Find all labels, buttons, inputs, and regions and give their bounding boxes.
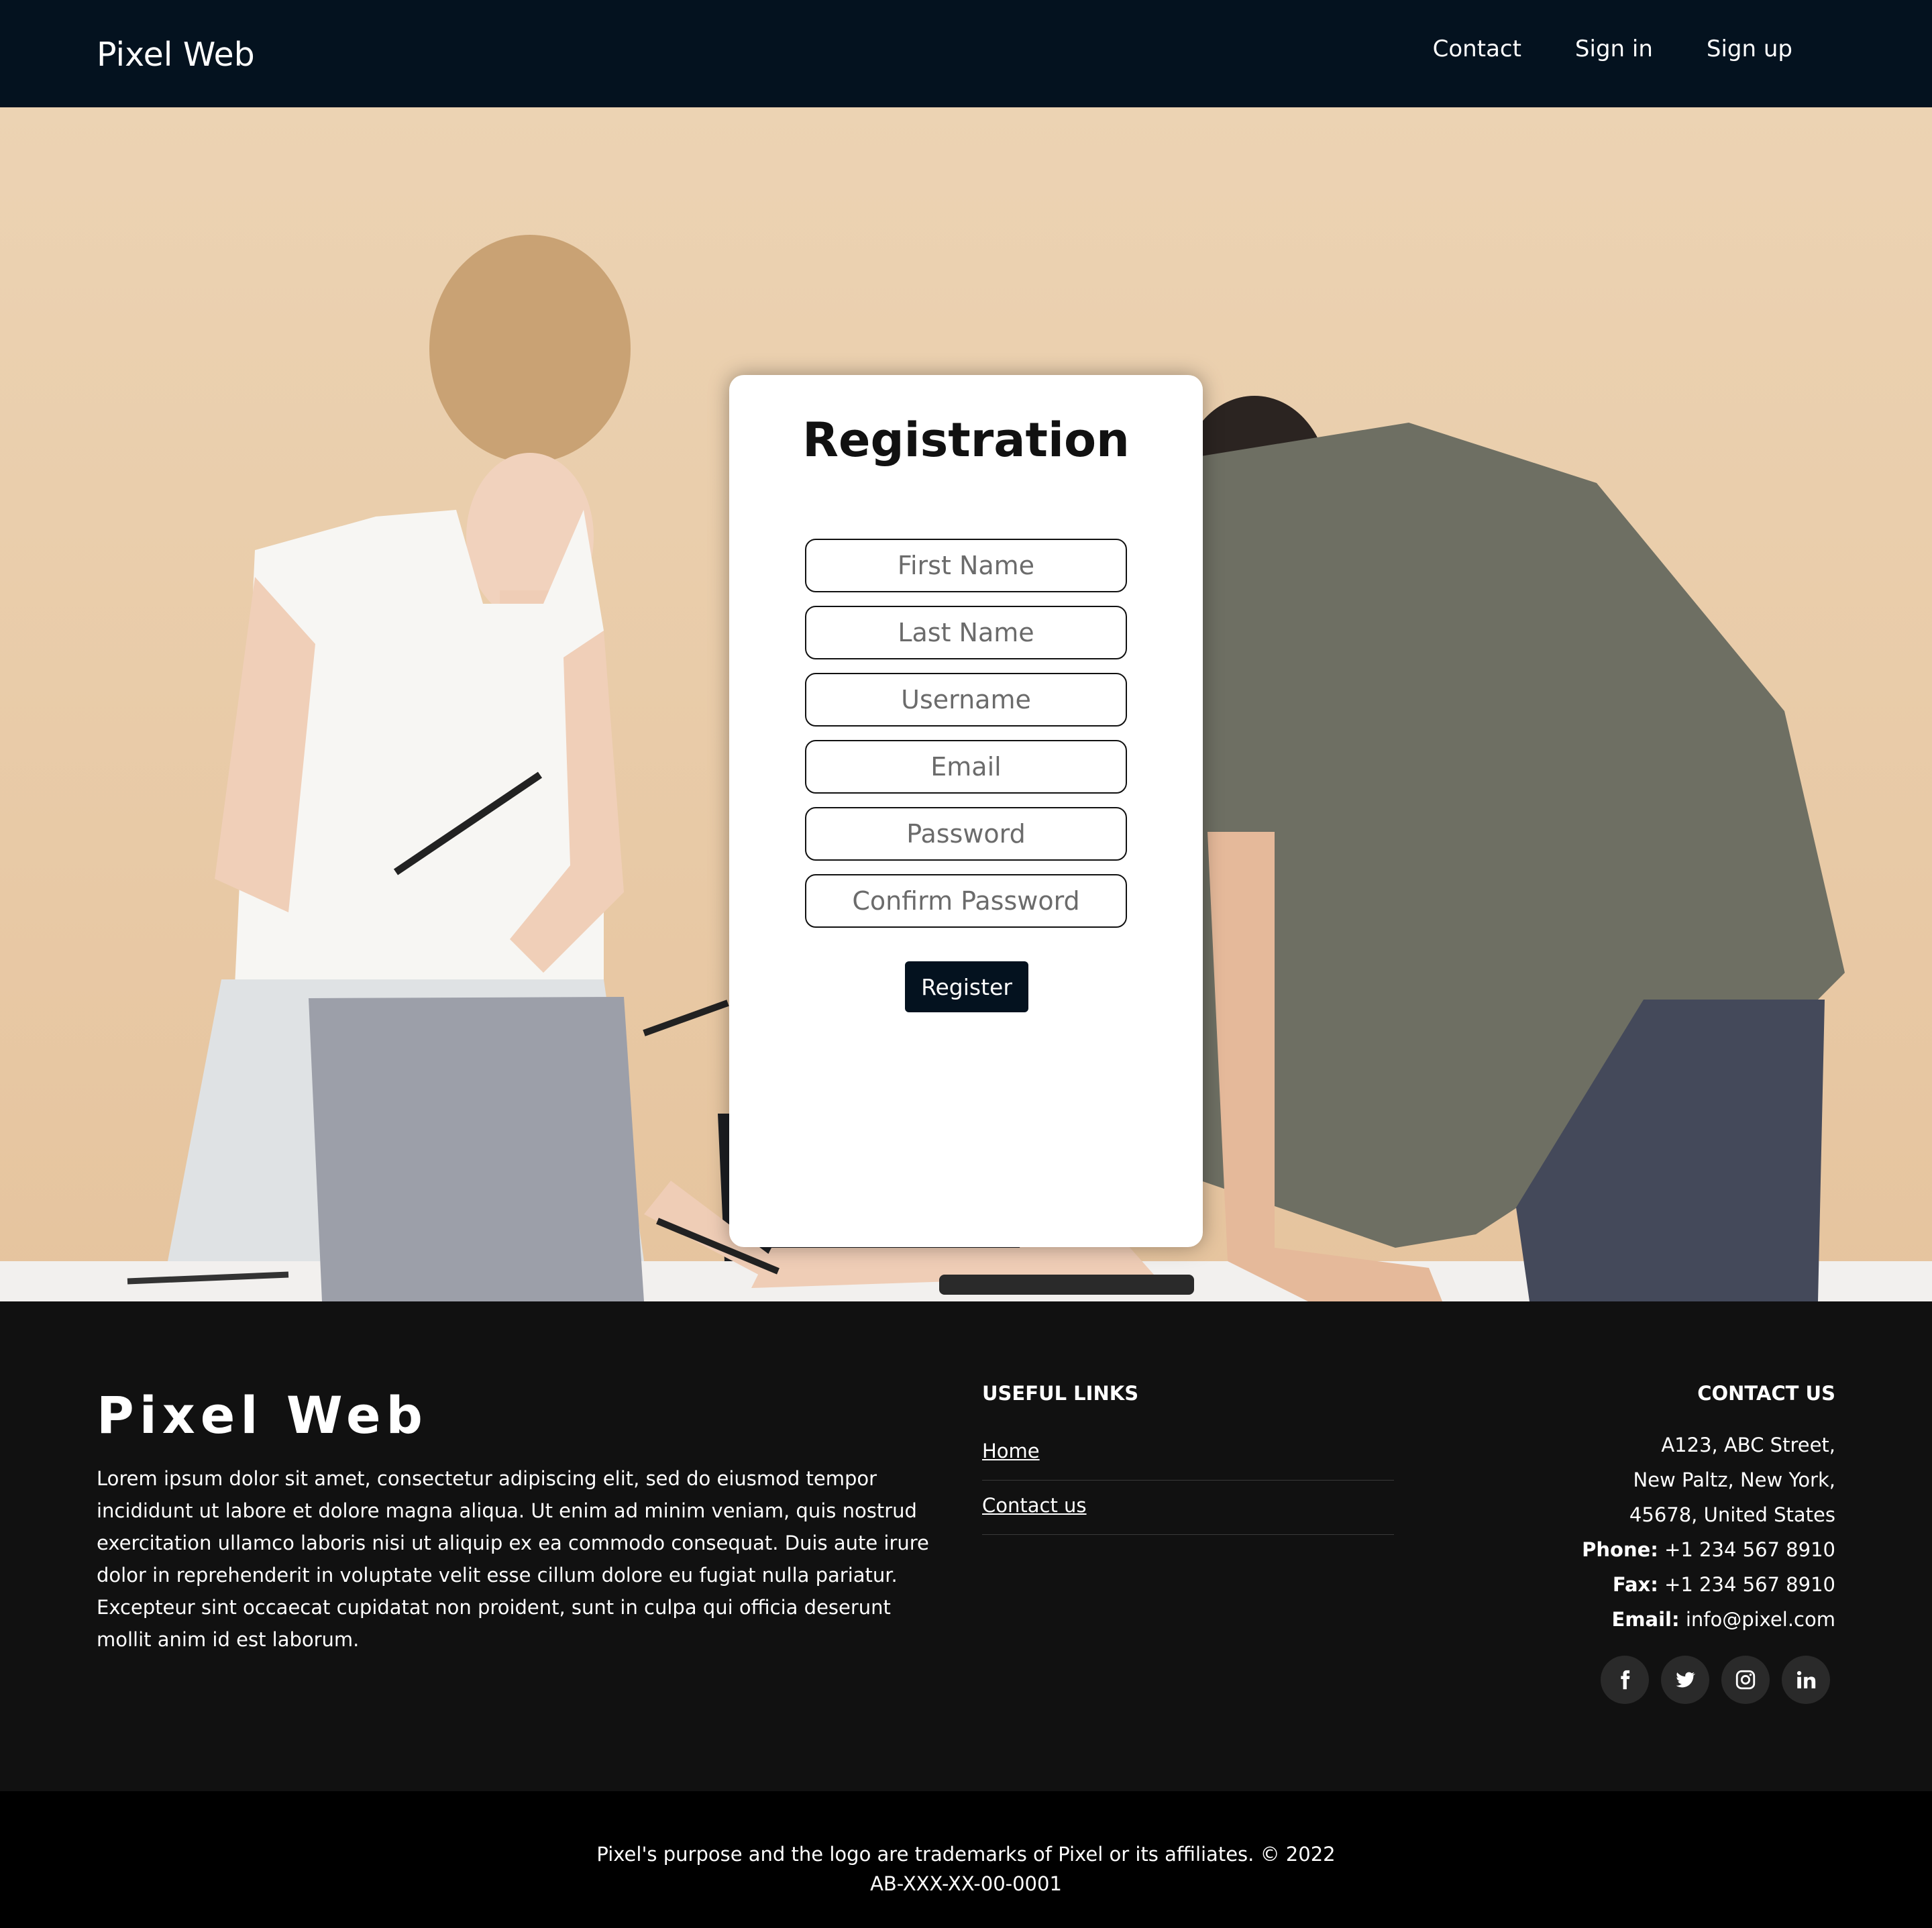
footer-description: Lorem ipsum dolor sit amet, consectetur … (97, 1467, 929, 1651)
linkedin-icon[interactable] (1782, 1656, 1830, 1704)
fax-line: Fax: +1 234 567 8910 (1366, 1567, 1835, 1602)
footer-brand: Pixel Web (97, 1385, 428, 1445)
instagram-icon[interactable] (1721, 1656, 1770, 1704)
registration-title: Registration (802, 413, 1130, 468)
facebook-icon[interactable] (1601, 1656, 1649, 1704)
useful-links-section: USEFUL LINKS Home Contact us (982, 1377, 1394, 1535)
copyright-line-1: Pixel's purpose and the logo are tradema… (596, 1843, 1336, 1866)
footer-link-contact-us[interactable]: Contact us (982, 1494, 1087, 1517)
email-label: Email: (1611, 1608, 1680, 1631)
last-name-input[interactable] (805, 606, 1127, 659)
registration-card: Registration Register (729, 375, 1203, 1247)
phone-line: Phone: +1 234 567 8910 (1366, 1532, 1835, 1567)
useful-links-list: Home Contact us (982, 1426, 1394, 1535)
copyright-bar: Pixel's purpose and the logo are tradema… (0, 1791, 1932, 1928)
hero-section: Registration Register (0, 107, 1932, 1301)
brand-logo-link[interactable]: Pixel Web (97, 34, 255, 76)
nav-link-contact[interactable]: Contact (1433, 32, 1521, 66)
address-line-2: New Paltz, New York, (1633, 1468, 1835, 1491)
twitter-icon[interactable] (1661, 1656, 1709, 1704)
register-button[interactable]: Register (905, 961, 1028, 1012)
useful-links-heading: USEFUL LINKS (982, 1382, 1139, 1405)
contact-details: A123, ABC Street, New Paltz, New York, 4… (1366, 1428, 1835, 1637)
contact-heading: CONTACT US (1697, 1382, 1835, 1405)
fax-label: Fax: (1612, 1573, 1658, 1596)
fax-value: +1 234 567 8910 (1664, 1573, 1835, 1596)
copyright-text: Pixel's purpose and the logo are tradema… (0, 1839, 1932, 1898)
password-input[interactable] (805, 807, 1127, 861)
copyright-line-2: AB-XXX-XX-00-0001 (870, 1872, 1062, 1895)
phone-label: Phone: (1582, 1538, 1658, 1561)
nav-link-sign-in[interactable]: Sign in (1575, 32, 1653, 66)
first-name-input[interactable] (805, 539, 1127, 592)
navbar: Pixel Web Contact Sign in Sign up (0, 0, 1932, 107)
email-value: info@pixel.com (1685, 1608, 1835, 1631)
contact-section: CONTACT US A123, ABC Street, New Paltz, … (1366, 1377, 1835, 1704)
email-input[interactable] (805, 740, 1127, 794)
footer: Pixel Web Lorem ipsum dolor sit amet, co… (0, 1301, 1932, 1791)
nav-link-sign-up[interactable]: Sign up (1707, 32, 1792, 66)
address-line-3: 45678, United States (1629, 1503, 1835, 1526)
username-input[interactable] (805, 673, 1127, 727)
social-links (1366, 1656, 1835, 1704)
confirm-password-input[interactable] (805, 874, 1127, 928)
phone-value: +1 234 567 8910 (1664, 1538, 1835, 1561)
list-item: Home (982, 1426, 1394, 1481)
list-item: Contact us (982, 1481, 1394, 1535)
footer-link-home[interactable]: Home (982, 1440, 1040, 1462)
address-line-1: A123, ABC Street, (1661, 1434, 1835, 1456)
nav-links: Contact Sign in Sign up (1433, 32, 1792, 66)
email-line: Email: info@pixel.com (1366, 1602, 1835, 1637)
